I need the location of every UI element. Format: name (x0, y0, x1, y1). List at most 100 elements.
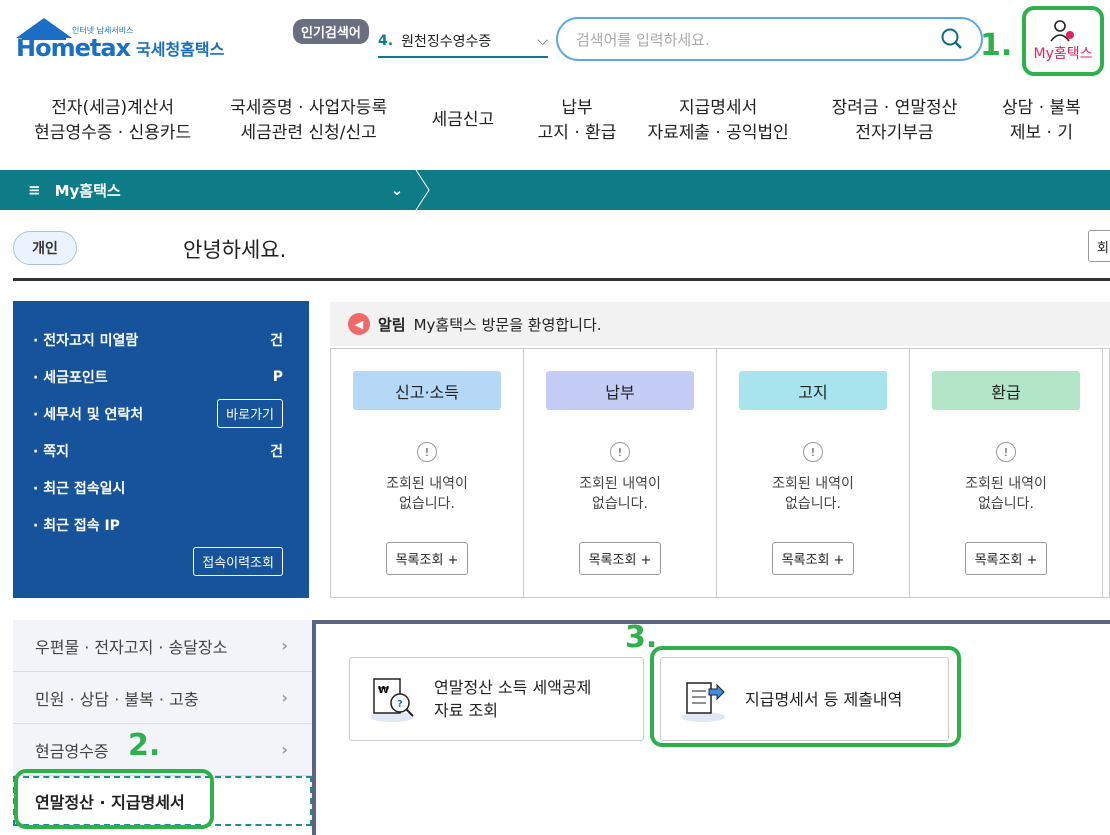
bar-title: My홈택스 (54, 181, 121, 200)
annotation-1: 1. (980, 28, 1013, 63)
annotation-2: 2. (128, 728, 161, 763)
megaphone-icon: ◀ (348, 313, 370, 335)
card-message: 없습니다. (592, 496, 648, 512)
alert-text: My홈택스 방문을 환영합니다. (413, 315, 602, 334)
annotation-box-3 (650, 646, 961, 747)
nav-label: 상담 · 불복 (1002, 98, 1081, 118)
menu-label: 현금영수증 (35, 741, 109, 761)
card-message: 없습니다. (785, 496, 841, 512)
card-title[interactable]: 고지 (739, 371, 887, 410)
card-title[interactable]: 납부 (546, 371, 694, 410)
nav-label: 현금영수증 · 신용카드 (34, 123, 192, 143)
greeting: 안녕하세요. (183, 238, 287, 262)
my-hometax-bar[interactable]: ≡ My홈택스 ⌄ (0, 170, 1110, 210)
list-button[interactable]: 목록조회 + (385, 542, 469, 575)
user-type-chip[interactable]: 개인 (13, 231, 77, 265)
info-row: · 세무서 및 연락처 바로가기 (33, 395, 283, 432)
chevron-right-icon: › (281, 688, 288, 707)
popular-search-dropdown[interactable]: 4. 원천징수영수증 ⌵ (378, 26, 548, 58)
exclamation-icon: ! (417, 442, 437, 462)
menu-item-mail[interactable]: 우편물 · 전자고지 · 송달장소 › (13, 620, 312, 672)
nav-item-incentive[interactable]: 장려금 · 연말정산전자기부금 (816, 96, 973, 156)
card-message: 없습니다. (978, 496, 1034, 512)
goto-button[interactable]: 바로가기 (217, 399, 283, 428)
search-placeholder: 검색어를 입력하세요. (576, 30, 710, 49)
popular-term: 원천징수영수증 (401, 34, 492, 50)
alert-label: 알림 (378, 315, 406, 334)
hometax-logo[interactable]: 인터넷 납세서비스 Hometax 국세청홈택스 (14, 16, 234, 66)
card-report: 신고·소득! 조회된 내역이없습니다. 목록조회 + (331, 349, 524, 597)
annotation-box-2 (14, 769, 214, 829)
card-payment: 납부! 조회된 내역이없습니다. 목록조회 + (524, 349, 717, 597)
chevron-right-icon: › (281, 740, 288, 759)
main-nav: 전자(세금)계산서현금영수증 · 신용카드 국세증명 · 사업자등록세금관련 신… (0, 96, 1110, 156)
nav-label: 지급명세서 (679, 98, 758, 118)
card-title[interactable]: 환급 (932, 371, 1080, 410)
summary-cards: 신고·소득! 조회된 내역이없습니다. 목록조회 + 납부! 조회된 내역이없습니다.… (330, 348, 1110, 598)
chevron-down-icon: ⌵ (537, 33, 548, 49)
exclamation-icon: ! (996, 442, 1016, 462)
search-icon[interactable] (941, 28, 963, 50)
info-row: · 최근 접속일시 (33, 469, 283, 506)
nav-label: 전자(세금)계산서 (51, 98, 175, 118)
divider (13, 278, 1110, 281)
card-message: 조회된 내역이 (386, 476, 468, 492)
nav-item-etax[interactable]: 전자(세금)계산서현금영수증 · 신용카드 (0, 96, 225, 156)
info-row: · 쪽지 건 (33, 432, 283, 469)
nav-item-statement[interactable]: 지급명세서자료제출 · 공익법인 (620, 96, 816, 156)
nav-item-certificate[interactable]: 국세증명 · 사업자등록세금관련 신청/신고 (225, 96, 392, 156)
user-info-panel: · 전자고지 미열람 건 · 세금포인트 P · 세무서 및 연락처 바로가기 · 쪽… (13, 301, 309, 598)
card-message: 조회된 내역이 (579, 476, 661, 492)
info-label: · 세금포인트 (33, 369, 108, 386)
menu-item-complaint[interactable]: 민원 · 상담 · 불복 · 고충 › (13, 672, 312, 724)
menu-icon: ≡ (28, 181, 41, 199)
nav-label: 세금신고 (431, 110, 495, 130)
breadcrumb-divider (415, 170, 430, 210)
my-hometax-button[interactable]: My홈택스 (1022, 6, 1104, 76)
list-button[interactable]: 목록조회 + (771, 542, 855, 575)
nav-label: 세금관련 신청/신고 (240, 123, 377, 143)
my-hometax-label: My홈택스 (1033, 46, 1093, 62)
info-label: · 쪽지 (33, 443, 69, 460)
nav-label: 국세증명 · 사업자등록 (230, 98, 388, 118)
service-deduction-lookup[interactable]: ₩? 연말정산 소득 세액공제자료 조회 (349, 657, 644, 741)
exclamation-icon: ! (610, 442, 630, 462)
menu-label: 민원 · 상담 · 불복 · 고충 (35, 689, 199, 709)
nav-label: 전자기부금 (855, 123, 934, 143)
access-history-button[interactable]: 접속이력조회 (193, 547, 283, 576)
service-label: 연말정산 소득 세액공제 (434, 678, 592, 697)
nav-item-payment[interactable]: 납부 고지 · 환급 (534, 96, 620, 156)
user-star-icon (1050, 20, 1074, 42)
logo-korean: 국세청홈택스 (136, 40, 225, 59)
info-row: · 세금포인트 P (33, 358, 283, 395)
nav-label: 자료제출 · 공익법인 (647, 123, 789, 143)
svg-text:₩: ₩ (378, 685, 389, 696)
info-label: · 최근 접속 IP (33, 517, 120, 534)
info-value[interactable]: P (273, 369, 283, 385)
card-message: 조회된 내역이 (965, 476, 1047, 492)
nav-item-consult[interactable]: 상담 · 불복제보 · 기 (973, 96, 1110, 156)
search-input[interactable]: 검색어를 입력하세요. (556, 17, 983, 61)
info-value[interactable]: 건 (270, 441, 283, 461)
card-notice: 고지! 조회된 내역이 없습니다. 목록조회 + (717, 349, 910, 597)
info-row: · 최근 접속 IP (33, 506, 283, 543)
service-label: 자료 조회 (434, 701, 498, 720)
info-row: · 전자고지 미열람 건 (33, 321, 283, 358)
nav-item-tax-report[interactable]: 세금신고 (392, 96, 534, 156)
info-value[interactable]: 건 (270, 330, 283, 350)
chevron-down-icon[interactable]: ⌄ (391, 181, 404, 199)
logo-text: Hometax (16, 34, 131, 62)
popular-rank: 4. (378, 33, 394, 49)
alert-bar: ◀ 알림 My홈택스 방문을 환영합니다. (330, 302, 1110, 346)
member-button[interactable]: 회 (1088, 230, 1110, 262)
chevron-right-icon: › (281, 636, 288, 655)
card-refund: 환급! 조회된 내역이없습니다. 목록조회 + (910, 349, 1103, 597)
card-message: 없습니다. (399, 496, 455, 512)
list-button[interactable]: 목록조회 + (578, 542, 662, 575)
svg-text:?: ? (397, 699, 403, 710)
card-title[interactable]: 신고·소득 (353, 371, 501, 410)
nav-label: 장려금 · 연말정산 (831, 98, 958, 118)
nav-label: 제보 · 기 (1009, 123, 1073, 143)
nav-label: 납부 (561, 98, 593, 118)
list-button[interactable]: 목록조회 + (964, 542, 1048, 575)
